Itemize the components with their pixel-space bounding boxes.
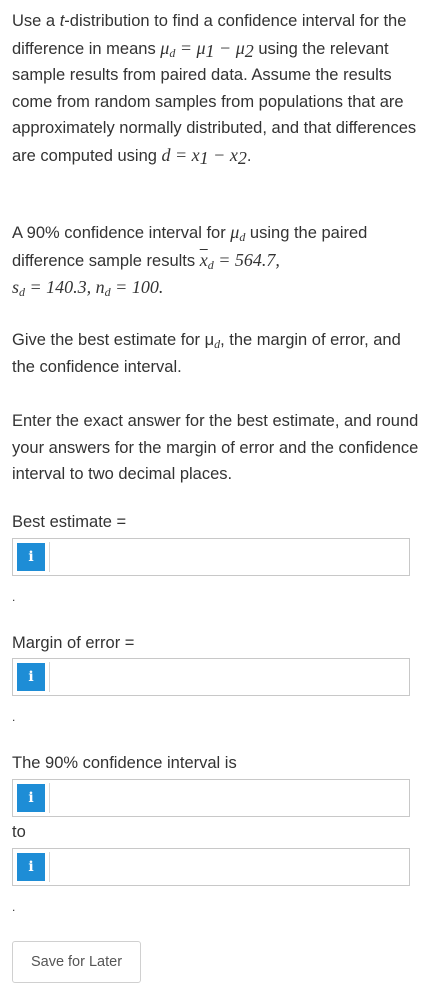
field-divider (49, 783, 50, 813)
d-equation: d = x1 − x2 (161, 144, 247, 168)
intro-text-1: Use a (12, 12, 60, 30)
mu-d-equation: μd = μ1 − μ2 (160, 37, 254, 61)
question-page: Use a t-distribution to find a confidenc… (0, 0, 429, 985)
intro-text-4: . (246, 146, 252, 165)
interval-lower-input[interactable]: i (12, 779, 410, 817)
info-icon[interactable]: i (17, 663, 45, 691)
margin-of-error-input[interactable]: i (12, 658, 410, 696)
question-main: Give the best estimate for μ (12, 331, 215, 349)
trailing-dot: . (12, 710, 16, 724)
best-estimate-input[interactable]: i (12, 538, 410, 576)
margin-of-error-label: Margin of error = (12, 634, 135, 652)
confidence-interval-label: The 90% confidence interval is (12, 754, 237, 772)
trailing-dot: . (12, 900, 16, 914)
question-text: Give the best estimate for μd, the margi… (12, 327, 420, 380)
sd-nd-equation: sd = 140.3, nd = 100. (12, 277, 164, 299)
xbar-value: 564.7 (234, 249, 276, 270)
instructions-text: Enter the exact answer for the best esti… (12, 412, 419, 483)
ci-description: A 90% confidence interval for μd using t… (12, 219, 420, 302)
field-divider (49, 542, 50, 572)
trailing-dot: . (12, 590, 16, 604)
nd-value: 100 (131, 277, 159, 297)
info-icon[interactable]: i (17, 784, 45, 812)
interval-upper-input[interactable]: i (12, 848, 410, 886)
mu-d-symbol: μd (230, 222, 246, 244)
field-divider (49, 662, 50, 692)
xbar-d-equation: xd = 564.7, (199, 249, 280, 272)
field-divider (49, 852, 50, 882)
sd-value: 140.3 (46, 277, 87, 297)
ci-text-1: A 90% confidence interval for (12, 224, 231, 242)
save-for-later-button[interactable]: Save for Later (12, 941, 141, 983)
problem-intro: Use a t-distribution to find a confidenc… (12, 8, 420, 169)
best-estimate-label: Best estimate = (12, 513, 127, 531)
to-label: to (12, 823, 26, 841)
info-icon[interactable]: i (17, 543, 45, 571)
info-icon[interactable]: i (17, 853, 45, 881)
